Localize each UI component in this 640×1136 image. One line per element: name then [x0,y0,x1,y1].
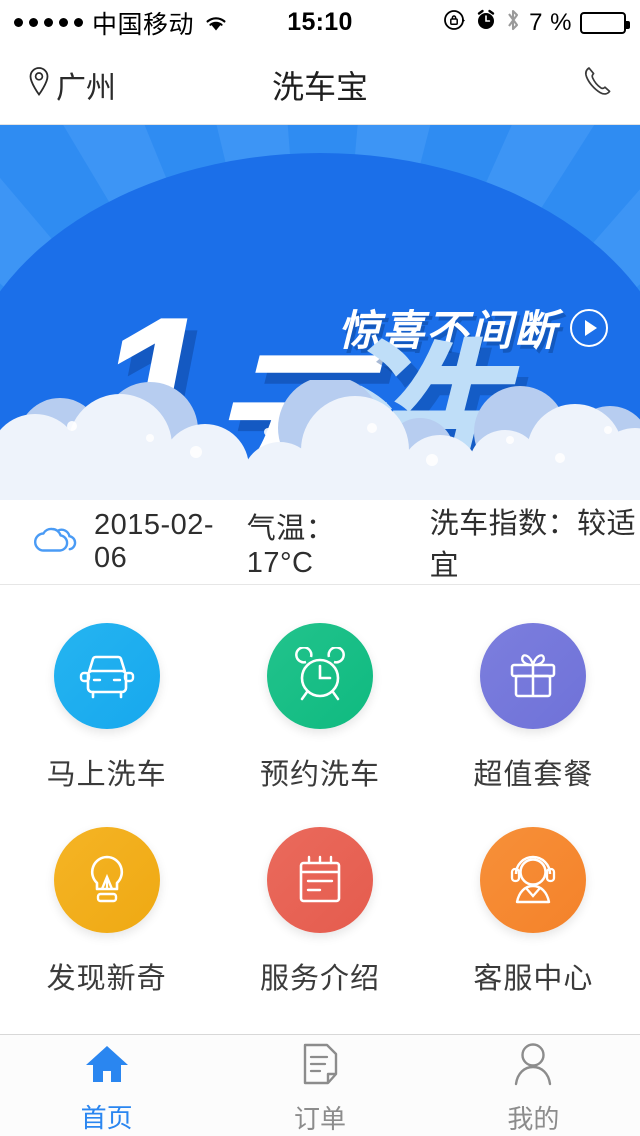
rotation-lock-icon [443,8,467,37]
cloud-icon [26,521,78,564]
weather-date: 2015-02-06 [94,509,215,574]
grid-item-wash-now[interactable]: 马上洗车 [0,623,213,793]
grid-item-label: 客服中心 [473,963,594,995]
calendar-icon [266,827,373,933]
bluetooth-icon [505,7,521,38]
tab-home[interactable]: 首页 [0,1035,213,1136]
grid-item-book-wash[interactable]: 预约洗车 [213,623,426,793]
tab-label: 订单 [293,1103,346,1134]
grid-item-customer-service[interactable]: 客服中心 [427,827,640,997]
grid-item-discover[interactable]: 发现新奇 [0,827,213,997]
headset-icon [480,827,587,933]
tab-profile[interactable]: 我的 [427,1035,640,1136]
tab-orders[interactable]: 订单 [213,1035,426,1136]
alarm-clock-icon [475,8,497,37]
grid-item-label: 预约洗车 [259,759,380,791]
alarm-icon [266,623,373,729]
grid-item-label: 马上洗车 [46,759,167,791]
battery-icon [580,11,630,34]
car-icon [53,623,160,729]
city-selector[interactable]: 广州 [26,63,116,107]
play-circle-icon[interactable] [570,308,609,347]
status-bar-right: 7 % [443,7,630,38]
foam-bubbles-decoration [0,380,640,500]
weather-temperature: 气温：17°C [246,512,336,579]
person-icon [512,1042,554,1091]
phone-icon [580,67,614,105]
city-label: 广州 [56,71,116,105]
tab-label: 我的 [507,1103,560,1134]
grid-item-packages[interactable]: 超值套餐 [427,623,640,793]
grid-item-label: 服务介绍 [259,963,380,995]
tab-label: 首页 [80,1102,133,1133]
lightbulb-icon [53,827,160,933]
location-pin-icon [26,65,52,104]
tab-bar: 首页 订单 我的 [0,1034,640,1136]
document-icon [300,1042,340,1091]
battery-percent-label: 7 % [529,8,572,36]
navigation-bar: 广州 洗车宝 [0,45,640,125]
call-button[interactable] [580,63,614,106]
home-icon [84,1043,130,1090]
grid-item-label: 超值套餐 [473,759,594,791]
grid-item-service-intro[interactable]: 服务介绍 [213,827,426,997]
weather-bar: 2015-02-06 气温：17°C 洗车指数：较适宜 [0,500,640,585]
feature-grid: 马上洗车 预约洗车 超值套餐 发现新奇 服务介绍 客服中心 [0,585,640,1017]
status-bar: 中国移动 15:10 7 % [0,0,640,45]
gift-icon [480,623,587,729]
promo-banner[interactable]: 惊喜不间断 1 元 洗车 [0,125,640,500]
wash-index: 洗车指数：较适宜 [429,508,637,582]
grid-item-label: 发现新奇 [46,963,167,995]
